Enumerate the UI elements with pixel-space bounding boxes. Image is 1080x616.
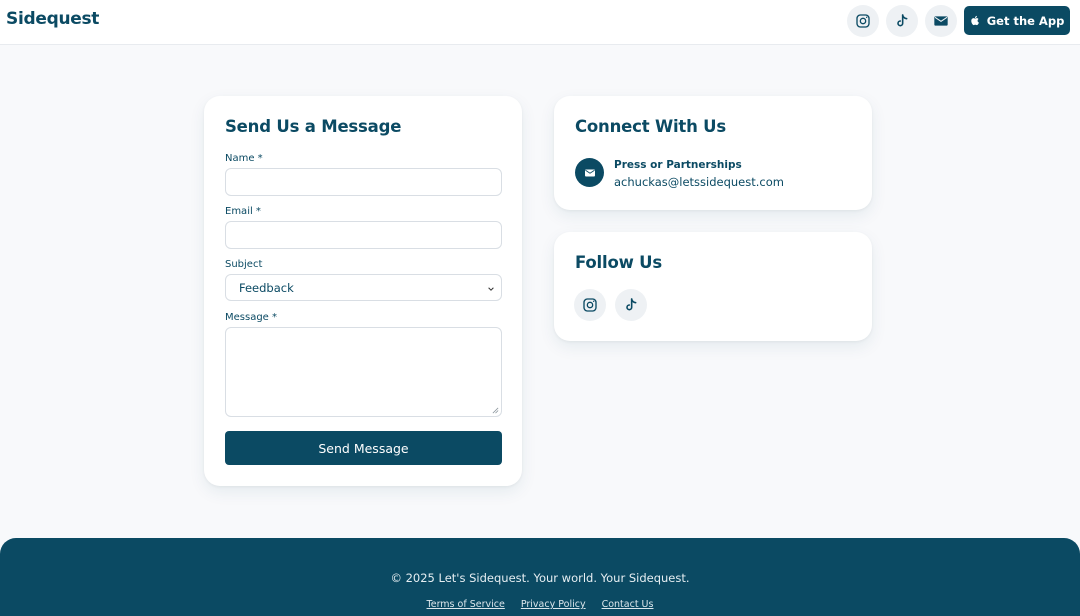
copyright-text: © 2025 Let's Sidequest. Your world. Your…	[390, 571, 690, 585]
tiktok-icon	[626, 298, 637, 311]
subject-label: Subject	[225, 259, 263, 270]
follow-card: Follow Us	[554, 232, 872, 341]
resize-handle-icon[interactable]	[492, 407, 499, 414]
header-instagram-button[interactable]	[847, 5, 879, 37]
email-input[interactable]	[225, 221, 502, 249]
subject-select[interactable]: Feedback	[225, 274, 502, 301]
follow-title: Follow Us	[575, 253, 662, 272]
contact-label: Press or Partnerships	[614, 159, 742, 171]
contact-form-card: Send Us a Message Name * Email * Subject…	[204, 96, 522, 486]
send-message-button[interactable]: Send Message	[225, 431, 502, 465]
email-label: Email *	[225, 206, 261, 217]
connect-title: Connect With Us	[575, 117, 726, 136]
message-label: Message *	[225, 312, 278, 323]
top-nav: Sidequest Get the App	[0, 0, 1080, 45]
header-tiktok-button[interactable]	[886, 5, 918, 37]
chevron-down-icon	[488, 287, 494, 291]
contact-email-link[interactable]: achuckas@letssidequest.com	[614, 175, 784, 189]
apple-icon	[971, 15, 979, 26]
footer-links: Terms of Service Privacy Policy Contact …	[0, 599, 1080, 610]
subject-value: Feedback	[239, 280, 294, 295]
contact-link[interactable]: Contact Us	[602, 599, 654, 610]
privacy-link[interactable]: Privacy Policy	[521, 599, 586, 610]
form-title: Send Us a Message	[225, 117, 402, 136]
header-mail-button[interactable]	[925, 5, 957, 37]
site-footer: © 2025 Let's Sidequest. Your world. Your…	[0, 538, 1080, 616]
instagram-icon	[856, 14, 870, 28]
terms-link[interactable]: Terms of Service	[427, 599, 505, 610]
tiktok-icon	[897, 14, 908, 27]
mail-icon	[584, 169, 595, 176]
instagram-icon	[583, 298, 597, 312]
brand-logo[interactable]: Sidequest	[6, 9, 99, 29]
connect-card: Connect With Us Press or Partnerships ac…	[554, 96, 872, 210]
name-input[interactable]	[225, 168, 502, 196]
message-textarea[interactable]	[225, 327, 502, 417]
name-label: Name *	[225, 153, 263, 164]
follow-instagram-button[interactable]	[574, 289, 606, 321]
follow-tiktok-button[interactable]	[615, 289, 647, 321]
contact-mail-badge	[575, 158, 604, 187]
get-app-button[interactable]: Get the App	[964, 6, 1070, 35]
mail-icon	[934, 16, 948, 26]
get-app-label: Get the App	[986, 13, 1065, 28]
